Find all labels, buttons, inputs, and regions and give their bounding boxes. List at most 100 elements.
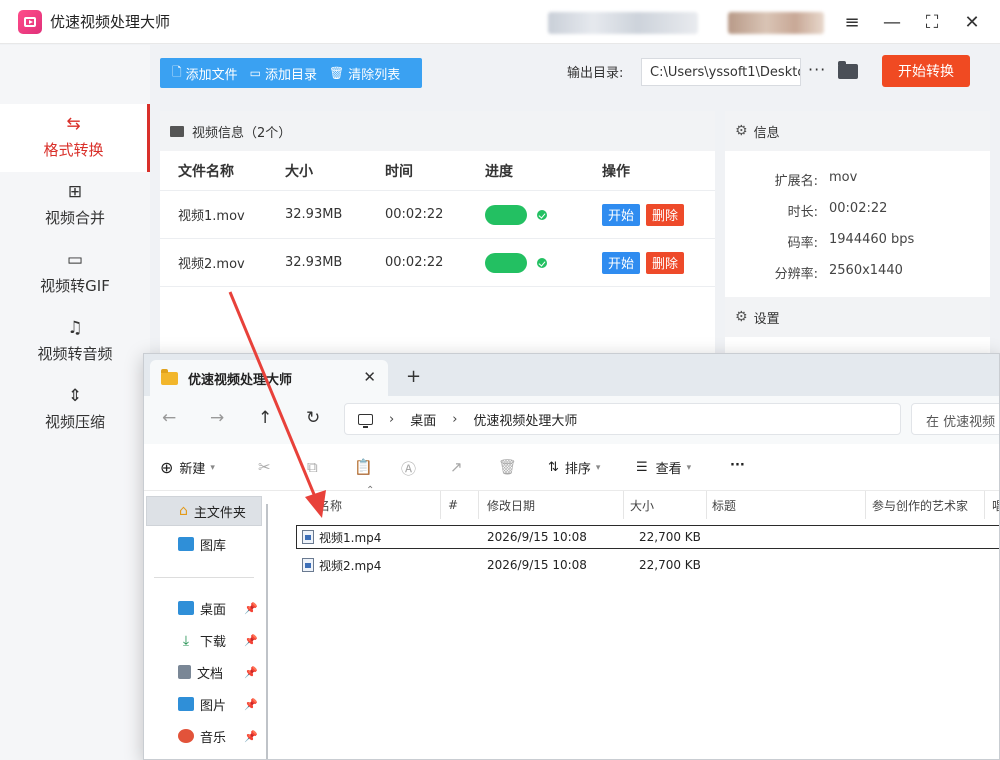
add-file-button[interactable]: 🗋 添加文件 <box>160 63 238 84</box>
share-icon[interactable]: ↗ <box>450 458 463 476</box>
column-header-artist[interactable]: 参与创作的艺术家 <box>872 491 968 519</box>
rename-icon[interactable]: Ⓐ <box>401 458 416 479</box>
nav-item-documents[interactable]: 文档 📌 <box>146 657 262 687</box>
sidebar-item-label: 视频转音频 <box>37 345 113 363</box>
breadcrumb-item[interactable]: 优速视频处理大师 <box>473 410 577 429</box>
open-folder-icon[interactable] <box>838 61 858 79</box>
column-header: 大小 <box>285 163 313 180</box>
nav-item-desktop[interactable]: 桌面 📌 <box>146 593 262 623</box>
search-input[interactable]: 在 优速视频 <box>911 403 999 435</box>
column-header-title[interactable]: 标题 <box>712 491 736 519</box>
up-icon[interactable]: ↑ <box>258 408 272 428</box>
file-duration: 00:02:22 <box>385 255 444 270</box>
refresh-icon[interactable]: ↻ <box>306 408 320 428</box>
nav-item-downloads[interactable]: ⤓ 下载 📌 <box>146 625 262 655</box>
nav-label: 图库 <box>200 538 227 554</box>
sort-button[interactable]: ⇅ 排序 ▾ <box>548 458 600 477</box>
nav-item-home[interactable]: ⌂ 主文件夹 <box>146 496 262 526</box>
video-file-icon <box>302 558 314 572</box>
column-header-album[interactable]: 唱 <box>992 491 999 519</box>
file-name: 视频2.mp4 <box>319 558 382 573</box>
forward-icon[interactable]: → <box>210 408 224 428</box>
column-header-number[interactable]: # <box>448 491 458 519</box>
nav-label: 音乐 <box>200 730 227 746</box>
column-header: 文件名称 <box>178 163 234 180</box>
clear-list-button[interactable]: 🗑 清除列表 <box>317 64 400 83</box>
nav-label: 文档 <box>197 666 224 682</box>
table-row[interactable]: 视频1.mov 32.93MB 00:02:22 开始 删除 <box>160 191 715 239</box>
file-list: ⌃ 名称 # 修改日期 大小 标题 参与创作的艺术家 唱 视频1.mp4 202… <box>278 485 999 759</box>
file-size: 22,700 KB <box>639 558 701 572</box>
output-dir-field[interactable]: C:\Users\yssoft1\Deskto <box>641 58 801 86</box>
paste-icon[interactable]: 📋 <box>354 458 373 476</box>
table-header: 文件名称 大小 时间 进度 操作 <box>160 151 715 191</box>
file-toolbar: 🗋 添加文件 ▭ 添加目录 🗑 清除列表 <box>160 58 422 88</box>
start-button[interactable]: 开始 <box>602 251 641 274</box>
start-convert-button[interactable]: 开始转换 <box>882 55 970 87</box>
format-convert-icon: ⇆ <box>66 114 81 134</box>
actions-cell: 开始 删除 <box>602 191 690 238</box>
blurred-avatar <box>728 12 824 34</box>
more-button[interactable]: ··· <box>730 458 745 473</box>
sidebar-item-video-to-audio[interactable]: ♫ 视频转音频 <box>0 308 150 376</box>
nav-item-gallery[interactable]: 图库 <box>146 529 262 559</box>
view-icon: ☰ <box>636 460 648 475</box>
column-header-date[interactable]: 修改日期 <box>487 491 535 519</box>
start-button[interactable]: 开始 <box>602 203 641 226</box>
file-name: 视频1.mov <box>178 209 245 224</box>
chevron-down-icon: ▾ <box>686 462 692 473</box>
info-value: mov <box>829 170 858 185</box>
new-button[interactable]: ⊕ 新建 ▾ <box>160 458 215 477</box>
file-name: 视频1.mp4 <box>319 530 382 545</box>
column-header-name[interactable]: 名称 <box>318 491 342 519</box>
column-divider <box>440 491 441 519</box>
view-label: 查看 <box>655 462 682 477</box>
breadcrumb-item[interactable]: 桌面 <box>410 410 436 429</box>
progress-cell <box>485 239 547 286</box>
menu-icon[interactable]: ≡ <box>840 10 864 34</box>
actions-cell: 开始 删除 <box>602 239 690 286</box>
video-info-title: 视频信息（2个） <box>192 125 292 141</box>
delete-button[interactable]: 删除 <box>646 203 685 226</box>
copy-icon[interactable]: ⧉ <box>307 458 318 476</box>
sidebar-item-video-compress[interactable]: ⇕ 视频压缩 <box>0 376 150 444</box>
column-header-size[interactable]: 大小 <box>630 491 654 519</box>
close-icon[interactable]: ✕ <box>960 10 984 34</box>
add-dir-button[interactable]: ▭ 添加目录 <box>238 64 317 83</box>
pin-icon: 📌 <box>244 697 258 711</box>
desktop-icon <box>178 601 194 615</box>
cut-icon[interactable]: ✂ <box>258 458 271 476</box>
close-tab-icon[interactable]: ✕ <box>363 368 376 386</box>
nav-item-music[interactable]: 音乐 📌 <box>146 721 262 751</box>
table-row[interactable]: 视频2.mov 32.93MB 00:02:22 开始 删除 <box>160 239 715 287</box>
back-icon[interactable]: ← <box>162 408 176 428</box>
more-options-button[interactable]: ··· <box>808 60 826 79</box>
nav-item-pictures[interactable]: 图片 📌 <box>146 689 262 719</box>
sidebar-item-label: 格式转换 <box>43 141 104 159</box>
file-row[interactable]: 视频1.mp4 2026/9/15 10:08 22,700 KB <box>296 525 999 549</box>
file-size: 32.93MB <box>285 207 343 222</box>
maximize-icon[interactable]: ⛶ <box>920 10 944 34</box>
nav-label: 主文件夹 <box>193 505 246 521</box>
delete-button[interactable]: 删除 <box>646 251 685 274</box>
file-explorer-window: 优速视频处理大师 ✕ + ← → ↑ ↻ › 桌面 › 优速视频处理大师 在 优… <box>143 353 1000 760</box>
file-name-cell: 视频1.mp4 <box>302 526 381 548</box>
file-name-cell: 视频2.mp4 <box>302 553 381 577</box>
view-button[interactable]: ☰ 查看 ▾ <box>636 458 691 477</box>
sidebar-item-video-merge[interactable]: ⊞ 视频合并 <box>0 172 150 240</box>
file-date: 2026/9/15 10:08 <box>487 558 587 572</box>
minimize-icon[interactable]: — <box>880 10 904 34</box>
nav-scrollbar[interactable] <box>266 504 268 759</box>
delete-icon[interactable]: 🗑 <box>498 458 517 476</box>
compress-icon: ⇕ <box>67 386 83 406</box>
column-divider <box>623 491 624 519</box>
gallery-icon <box>178 537 194 551</box>
sidebar-item-video-to-gif[interactable]: ▭ 视频转GIF <box>0 240 150 308</box>
explorer-tab[interactable]: 优速视频处理大师 ✕ <box>150 360 388 396</box>
file-row[interactable]: 视频2.mp4 2026/9/15 10:08 22,700 KB <box>296 553 999 577</box>
new-tab-icon[interactable]: + <box>406 366 421 387</box>
pictures-icon <box>178 697 194 711</box>
video-info-panel: 视频信息（2个） 文件名称 大小 时间 进度 操作 视频1.mov 32.93M… <box>160 111 715 361</box>
sidebar-item-format-convert[interactable]: ⇆ 格式转换 <box>0 104 150 172</box>
address-bar[interactable]: › 桌面 › 优速视频处理大师 <box>344 403 901 435</box>
